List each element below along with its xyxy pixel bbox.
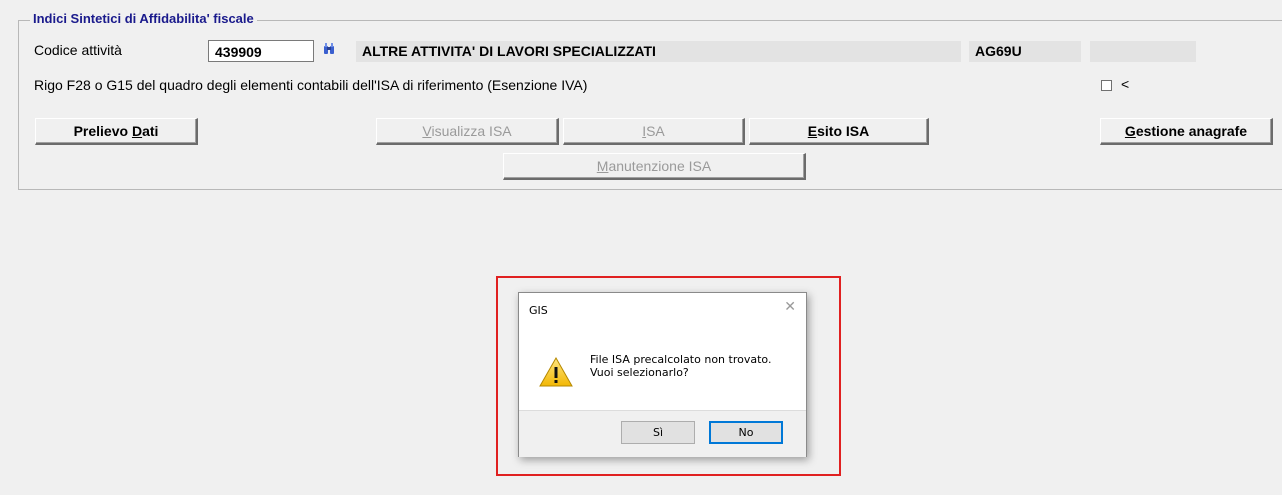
binoculars-icon[interactable] [324,43,334,55]
group-title: Indici Sintetici di Affidabilita' fiscal… [30,11,257,26]
extra-field [1090,41,1196,62]
dialog-message-line2: Vuoi selezionarlo? [590,366,689,379]
visualizza-isa-button[interactable]: Visualizza ISA [376,118,559,145]
message-dialog: GIS ✕ File ISA precalcolato non trovato.… [518,292,807,457]
activity-code-input[interactable]: 439909 [208,40,314,62]
isa-button[interactable]: ISA [563,118,745,145]
manutenzione-isa-button[interactable]: Manutenzione ISA [503,153,806,180]
activity-description-field: ALTRE ATTIVITA' DI LAVORI SPECIALIZZATI [356,41,961,62]
esito-isa-button[interactable]: Esito ISA [749,118,929,145]
dialog-footer: Sì No [519,410,806,457]
close-icon[interactable]: ✕ [784,299,796,315]
dialog-title: GIS [529,304,548,317]
yes-button[interactable]: Sì [621,421,695,444]
dialog-message-line1: File ISA precalcolato non trovato. [590,353,772,366]
warning-icon [539,357,573,387]
exemption-checkbox-label: < [1121,76,1130,92]
activity-code-label: Codice attività [34,42,122,58]
exemption-checkbox[interactable] [1101,80,1112,91]
isa-code-field: AG69U [969,41,1081,62]
prelievo-dati-button[interactable]: Prelievo Dati [35,118,198,145]
gestione-anagrafe-button[interactable]: Gestione anagrafe [1100,118,1273,145]
exemption-label: Rigo F28 o G15 del quadro degli elementi… [34,77,588,93]
no-button[interactable]: No [709,421,783,444]
dialog-message: File ISA precalcolato non trovato. Vuoi … [590,353,771,379]
